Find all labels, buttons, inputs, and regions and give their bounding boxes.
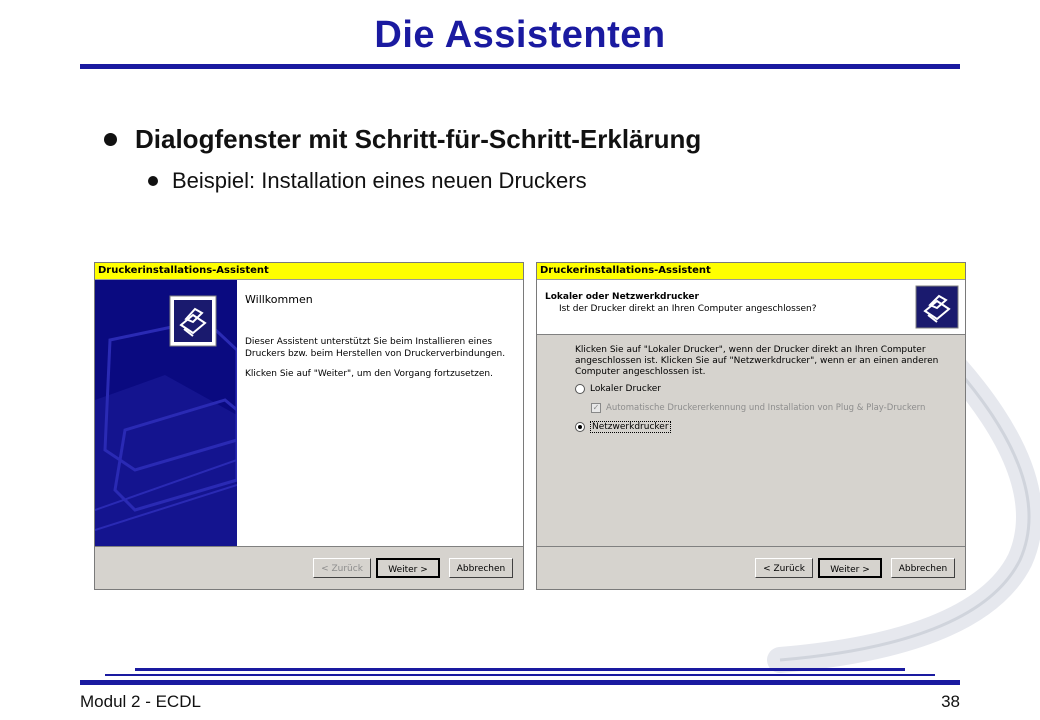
next-button[interactable]: Weiter >: [376, 558, 440, 578]
printer-icon: [169, 295, 217, 347]
dialog-titlebar: Druckerinstallations-Assistent: [95, 263, 523, 280]
checkbox-checked-icon[interactable]: ✓: [591, 403, 601, 413]
wizard-heading: Lokaler oder Netzwerkdrucker: [545, 292, 699, 302]
bullet-sub: Beispiel: Installation eines neuen Druck…: [148, 168, 587, 194]
radio-network-printer[interactable]: Netzwerkdrucker: [575, 421, 671, 433]
wizard-text-line: Dieser Assistent unterstützt Sie beim In…: [245, 337, 493, 347]
bullet-main: Dialogfenster mit Schritt-für-Schritt-Er…: [104, 124, 701, 155]
radio-label: Netzwerkdrucker: [590, 421, 671, 433]
footer-rule: [80, 680, 960, 685]
wizard-text-line: angeschlossen ist. Klicken Sie auf "Netz…: [575, 356, 939, 366]
checkbox-label: Automatische Druckererkennung und Instal…: [606, 403, 926, 413]
cancel-button[interactable]: Abbrechen: [891, 558, 955, 578]
dialog-titlebar: Druckerinstallations-Assistent: [537, 263, 965, 280]
bullet-dot-icon: [104, 133, 117, 146]
radio-unselected-icon[interactable]: [575, 384, 585, 394]
back-button[interactable]: < Zurück: [755, 558, 813, 578]
page-number: 38: [941, 692, 960, 711]
radio-label: Lokaler Drucker: [590, 384, 661, 394]
next-button[interactable]: Weiter >: [818, 558, 882, 578]
back-button[interactable]: < Zurück: [313, 558, 371, 578]
footer-rule: [135, 668, 905, 671]
bullet-main-text: Dialogfenster mit Schritt-für-Schritt-Er…: [135, 124, 702, 154]
cancel-button[interactable]: Abbrechen: [449, 558, 513, 578]
bullet-sub-text: Beispiel: Installation eines neuen Druck…: [172, 168, 587, 193]
wizard-text-line: Klicken Sie auf "Weiter", um den Vorgang…: [245, 369, 493, 379]
printer-icon: [915, 285, 959, 329]
footer-module-label: Modul 2 - ECDL: [80, 692, 201, 711]
wizard-dialog-printer-type: Druckerinstallations-Assistent Lokaler o…: [536, 262, 966, 590]
slide-title: Die Assistenten: [374, 14, 666, 56]
bullet-dot-icon: [148, 176, 158, 186]
wizard-heading: Willkommen: [245, 293, 313, 306]
wizard-text-line: Computer angeschlossen ist.: [575, 367, 706, 377]
wizard-text-line: Klicken Sie auf "Lokaler Drucker", wenn …: [575, 345, 926, 355]
wizard-button-bar: < Zurück Weiter > Abbrechen: [537, 546, 965, 589]
wizard-text-line: Druckers bzw. beim Herstellen von Drucke…: [245, 349, 506, 359]
radio-selected-icon[interactable]: [575, 422, 585, 432]
title-divider: [80, 64, 960, 69]
radio-local-printer[interactable]: Lokaler Drucker: [575, 384, 661, 394]
wizard-dialog-welcome: Druckerinstallations-Assistent Willkomme…: [94, 262, 524, 590]
checkbox-plug-and-play[interactable]: ✓ Automatische Druckererkennung und Inst…: [591, 403, 925, 413]
wizard-button-bar: < Zurück Weiter > Abbrechen: [95, 546, 523, 589]
footer-rule: [105, 674, 935, 676]
wizard-subheading: Ist der Drucker direkt an Ihren Computer…: [559, 304, 817, 314]
